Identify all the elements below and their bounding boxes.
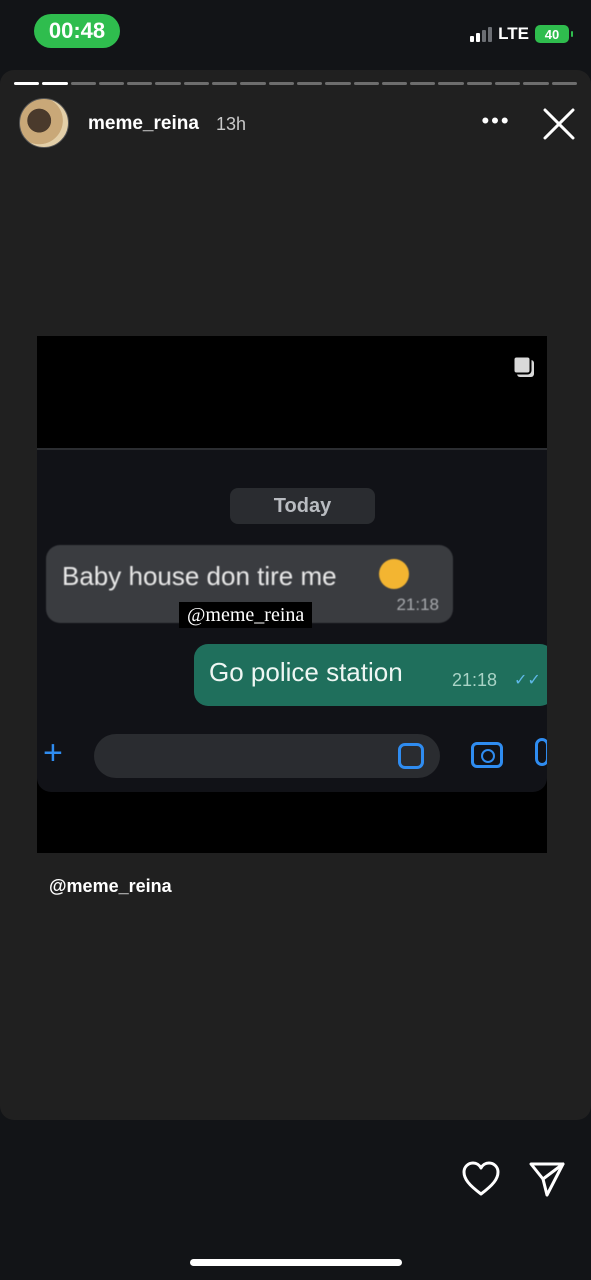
story-viewer[interactable]: meme_reina 13h ••• Today Baby house don …: [0, 70, 591, 1120]
send-icon[interactable]: [527, 1160, 567, 1198]
progress-segment: [70, 82, 96, 85]
chat-input-bar: +: [37, 726, 547, 786]
progress-segment: [438, 82, 464, 85]
incoming-message-time: 21:18: [396, 595, 439, 614]
weary-face-emoji-icon: [379, 559, 409, 589]
carousel-icon: [512, 355, 534, 377]
chat-date-label: Today: [230, 488, 375, 524]
microphone-icon: [535, 738, 547, 766]
outgoing-message-text: Go police station: [209, 657, 403, 687]
signal-icon: [470, 26, 493, 42]
progress-segment: [381, 82, 408, 85]
network-type: LTE: [498, 24, 529, 43]
chat-input-field: [94, 734, 440, 778]
close-icon[interactable]: [541, 106, 577, 142]
more-options-icon[interactable]: •••: [480, 108, 512, 134]
status-time: 00:48: [34, 14, 120, 48]
progress-segment: [466, 82, 493, 85]
progress-segment: [523, 82, 549, 85]
story-media[interactable]: Today Baby house don tire me 21:18 @meme…: [37, 336, 547, 853]
story-time-ago: 13h: [216, 114, 247, 134]
progress-segment: [410, 82, 436, 85]
progress-segment: [353, 82, 379, 85]
battery-icon: 40: [535, 25, 573, 43]
progress-segment: [14, 82, 40, 85]
chat-screenshot: Today Baby house don tire me 21:18 @meme…: [37, 448, 547, 792]
progress-segment: [325, 82, 351, 85]
progress-segment: [183, 82, 210, 85]
home-indicator[interactable]: [190, 1259, 402, 1266]
progress-segment: [240, 82, 266, 85]
progress-segment: [495, 82, 521, 85]
progress-segment: [42, 82, 68, 85]
progress-segment: [296, 82, 323, 85]
outgoing-message-time: 21:18: [452, 670, 498, 690]
status-indicators: LTE 40: [470, 24, 573, 44]
media-watermark: @meme_reina: [179, 602, 313, 628]
progress-segment: [127, 82, 153, 85]
plus-icon: +: [43, 734, 63, 772]
progress-segment: [155, 82, 181, 85]
heart-icon[interactable]: [461, 1160, 501, 1198]
avatar[interactable]: [19, 98, 69, 148]
progress-segment: [212, 82, 238, 85]
progress-segment: [268, 82, 294, 85]
camera-icon: [471, 742, 503, 768]
progress-segment: [98, 82, 125, 85]
story-username[interactable]: meme_reina: [88, 113, 199, 135]
story-caption[interactable]: @meme_reina: [49, 876, 172, 897]
outgoing-message-bubble: Go police station 21:18 ✓✓: [194, 644, 547, 706]
incoming-message-text: Baby house don tire me: [62, 561, 337, 591]
sticker-icon: [398, 743, 424, 769]
read-ticks-icon: ✓✓: [514, 672, 541, 689]
progress-segment: [551, 82, 577, 85]
story-progress-bar: [14, 82, 577, 85]
